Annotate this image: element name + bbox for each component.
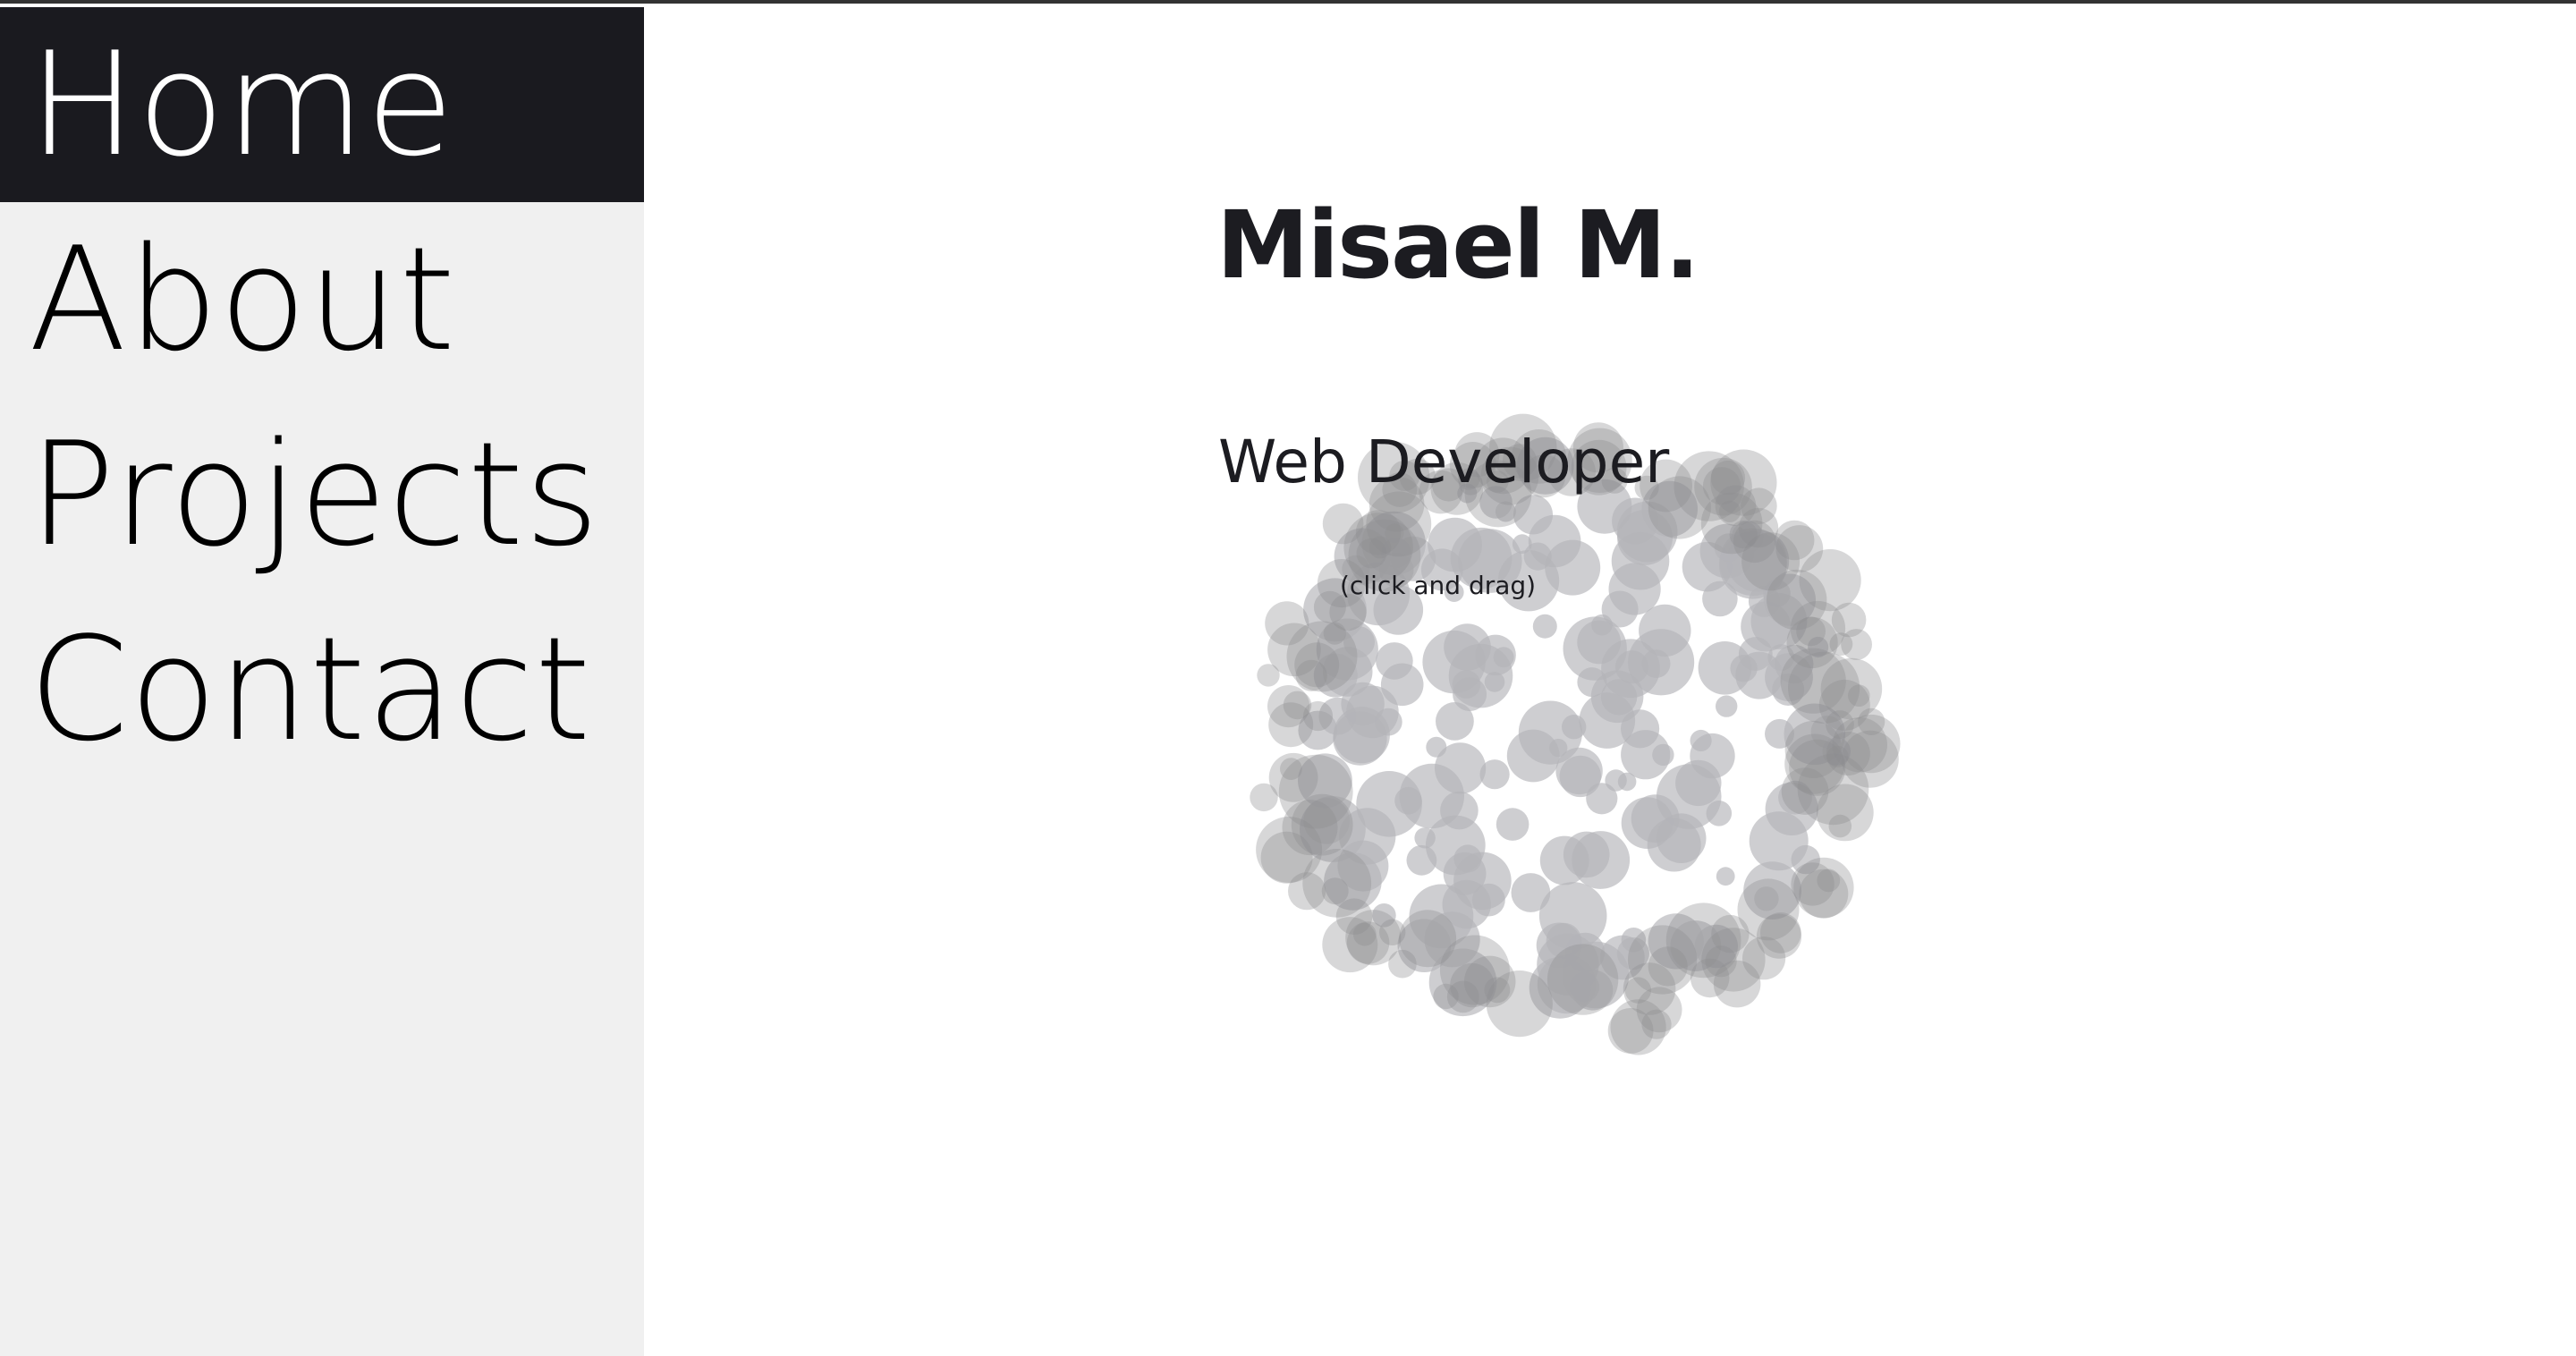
- bubble[interactable]: [1621, 730, 1671, 780]
- bubble[interactable]: [1639, 604, 1691, 657]
- bubble[interactable]: [1831, 602, 1867, 638]
- bubble[interactable]: [1265, 601, 1309, 646]
- bubble[interactable]: [1493, 647, 1514, 668]
- bubble[interactable]: [1738, 637, 1773, 671]
- bubble[interactable]: [1426, 736, 1447, 758]
- sidebar-nav: Home About Projects Contact: [0, 7, 644, 1356]
- bubble[interactable]: [1323, 622, 1346, 645]
- bubble[interactable]: [1577, 667, 1607, 698]
- bubble[interactable]: [1444, 623, 1491, 671]
- nav-item-projects[interactable]: Projects: [0, 397, 644, 592]
- bubble[interactable]: [1786, 616, 1838, 669]
- bubble[interactable]: [1453, 844, 1482, 873]
- bubble[interactable]: [1705, 945, 1737, 978]
- nav-item-contact[interactable]: Contact: [0, 592, 644, 787]
- bubble[interactable]: [1562, 715, 1587, 740]
- bubble[interactable]: [1352, 922, 1377, 946]
- bubble[interactable]: [1716, 695, 1738, 717]
- browser-viewport: Home About Projects Contact Misael M. We…: [0, 0, 2576, 1356]
- bubble[interactable]: [1322, 503, 1364, 545]
- bubble[interactable]: [1452, 670, 1481, 699]
- bubble[interactable]: [1288, 872, 1326, 911]
- bubble[interactable]: [1816, 784, 1874, 842]
- bubble[interactable]: [1841, 730, 1899, 788]
- bubble[interactable]: [1716, 867, 1735, 886]
- bubble[interactable]: [1257, 664, 1280, 687]
- bubble[interactable]: [1268, 752, 1318, 802]
- bubble[interactable]: [1267, 685, 1310, 728]
- bubble[interactable]: [1591, 614, 1613, 636]
- bubble[interactable]: [1282, 800, 1338, 856]
- drag-hint: (click and drag): [1340, 571, 1537, 600]
- bubble[interactable]: [1605, 769, 1627, 792]
- bubble[interactable]: [1656, 813, 1707, 863]
- bubble[interactable]: [1406, 844, 1437, 876]
- bubble[interactable]: [1479, 759, 1510, 790]
- nav-item-home[interactable]: Home: [0, 7, 644, 202]
- bubble[interactable]: [1484, 672, 1505, 692]
- bubble[interactable]: [1376, 642, 1413, 680]
- bubble[interactable]: [1817, 869, 1841, 893]
- bubble[interactable]: [1546, 944, 1619, 1015]
- bubble[interactable]: [1624, 977, 1652, 1004]
- bubble[interactable]: [1472, 883, 1505, 917]
- bubble[interactable]: [1484, 977, 1511, 1004]
- bubble[interactable]: [1394, 786, 1422, 815]
- bubble[interactable]: [1738, 507, 1779, 548]
- bubble[interactable]: [1539, 835, 1589, 886]
- bubble[interactable]: [1641, 649, 1671, 678]
- bubble[interactable]: [1414, 827, 1436, 849]
- bubble[interactable]: [1399, 910, 1457, 968]
- bubble[interactable]: [1710, 449, 1777, 516]
- main-content: Misael M. Web Developer (click and drag): [644, 7, 2576, 1356]
- page-title: Misael M.: [1216, 191, 1700, 300]
- bubble[interactable]: [1496, 808, 1530, 841]
- bubble[interactable]: [1440, 791, 1479, 830]
- bubble[interactable]: [1532, 614, 1557, 639]
- bubble[interactable]: [1848, 684, 1870, 707]
- bubble[interactable]: [1506, 729, 1560, 783]
- nav-item-about[interactable]: About: [0, 202, 644, 397]
- bubble[interactable]: [1446, 980, 1479, 1013]
- bubble[interactable]: [1555, 747, 1603, 795]
- bubble[interactable]: [1607, 1008, 1654, 1054]
- role-subtitle: Web Developer: [1218, 428, 1670, 496]
- bubble[interactable]: [1749, 811, 1809, 871]
